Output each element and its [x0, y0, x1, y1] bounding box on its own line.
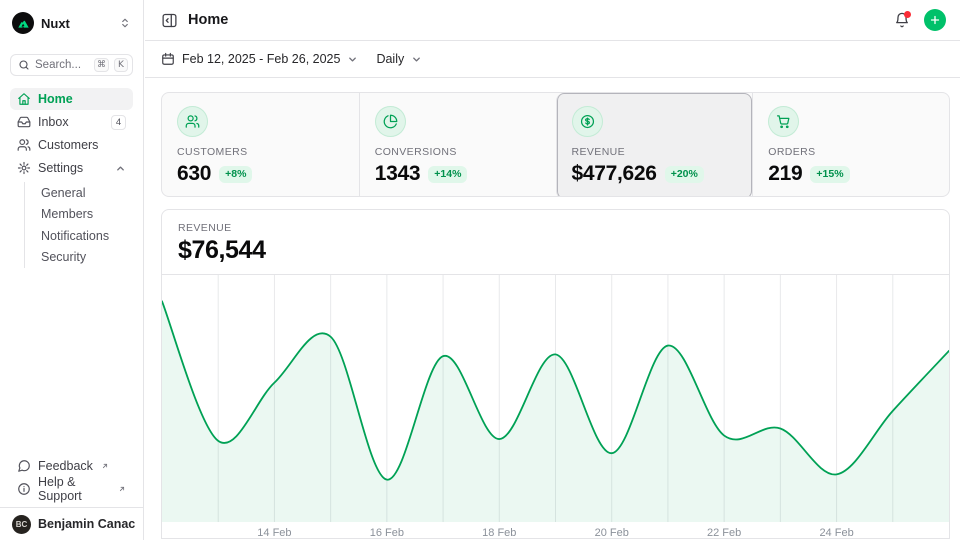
stat-delta-badge: +15%: [810, 166, 849, 183]
revenue-area-chart[interactable]: 14 Feb 16 Feb 18 Feb 20 Feb 22 Feb 24 Feb: [162, 275, 949, 539]
stats-row: CUSTOMERS 630 +8% CONVERSIONS 1343 +14%: [161, 92, 950, 197]
notifications-button[interactable]: [894, 12, 910, 28]
sidebar-item-members[interactable]: Members: [35, 204, 133, 226]
stat-card-customers[interactable]: CUSTOMERS 630 +8%: [162, 93, 359, 197]
inbox-icon: [17, 115, 31, 129]
stat-card-conversions[interactable]: CONVERSIONS 1343 +14%: [359, 93, 556, 197]
page-title: Home: [188, 12, 228, 28]
sidebar-footer: Feedback Help & Support: [10, 455, 133, 500]
sidebar-item-label: Customers: [38, 138, 98, 152]
add-button[interactable]: [924, 9, 946, 31]
help-support-link[interactable]: Help & Support: [10, 478, 133, 500]
cart-icon: [768, 106, 799, 137]
avatar: BC: [12, 515, 31, 534]
date-range-picker[interactable]: Feb 12, 2025 - Feb 26, 2025: [161, 52, 358, 66]
sidebar-item-label: Home: [38, 92, 73, 106]
revenue-chart-panel: REVENUE $76,544 14 Feb 16 Feb 18 Feb 20 Feb…: [161, 209, 950, 539]
svg-text:24 Feb: 24 Feb: [819, 527, 853, 539]
kbd-cmd: ⌘: [94, 58, 109, 72]
stat-delta-badge: +20%: [665, 166, 704, 183]
dollar-circle-icon: [572, 106, 603, 137]
main-area: Home Feb 12, 2025 - Feb 26, 2025 Daily: [145, 0, 960, 540]
gear-icon: [17, 161, 31, 175]
help-support-label: Help & Support: [38, 475, 110, 503]
svg-text:16 Feb: 16 Feb: [370, 527, 404, 539]
plus-icon: [929, 14, 941, 26]
settings-submenu: General Members Notifications Security: [24, 182, 133, 268]
sidebar-item-home[interactable]: Home: [10, 88, 133, 110]
svg-text:20 Feb: 20 Feb: [595, 527, 629, 539]
stat-value: 630: [177, 162, 211, 186]
stat-label: REVENUE: [572, 146, 738, 158]
workspace-switcher[interactable]: Nuxt: [10, 8, 133, 38]
stat-delta-badge: +8%: [219, 166, 252, 183]
inbox-count-badge: 4: [111, 115, 126, 130]
users-icon: [17, 138, 31, 152]
stat-value: 219: [768, 162, 802, 186]
sidebar-item-inbox[interactable]: Inbox 4: [10, 111, 133, 133]
search-input[interactable]: Search... ⌘ K: [10, 54, 133, 76]
notification-dot: [904, 11, 911, 18]
external-link-icon: [118, 485, 126, 493]
external-link-icon: [101, 462, 109, 470]
sidebar-collapse-button[interactable]: [161, 12, 178, 29]
stat-label: ORDERS: [768, 146, 934, 158]
sidebar: Nuxt Search... ⌘ K Home Inbox 4: [0, 0, 144, 540]
chart-metric-value: $76,544: [178, 236, 933, 265]
sidebar-item-label: Settings: [38, 161, 83, 175]
content: CUSTOMERS 630 +8% CONVERSIONS 1343 +14%: [145, 78, 960, 539]
sidebar-item-notifications[interactable]: Notifications: [35, 225, 133, 247]
sidebar-item-customers[interactable]: Customers: [10, 134, 133, 156]
kbd-k: K: [114, 58, 128, 72]
search-icon: [18, 59, 30, 71]
toolbar: Feb 12, 2025 - Feb 26, 2025 Daily: [145, 41, 960, 78]
pie-chart-icon: [375, 106, 406, 137]
workspace-name: Nuxt: [41, 16, 112, 31]
topbar: Home: [145, 0, 960, 41]
calendar-icon: [161, 52, 175, 66]
stat-value: 1343: [375, 162, 421, 186]
chevron-down-icon: [411, 54, 422, 65]
home-icon: [17, 92, 31, 106]
users-icon: [177, 106, 208, 137]
chevron-down-icon: [347, 54, 358, 65]
chart-metric-label: REVENUE: [178, 222, 933, 234]
granularity-label: Daily: [376, 52, 404, 66]
stat-card-orders[interactable]: ORDERS 219 +15%: [752, 93, 949, 197]
sidebar-item-general[interactable]: General: [35, 182, 133, 204]
search-placeholder: Search...: [35, 59, 89, 71]
stat-label: CONVERSIONS: [375, 146, 541, 158]
stat-card-revenue[interactable]: REVENUE $477,626 +20%: [556, 93, 753, 197]
sidebar-item-label: Inbox: [38, 115, 69, 129]
feedback-label: Feedback: [38, 459, 93, 473]
chat-bubble-icon: [17, 459, 31, 473]
sidebar-item-settings[interactable]: Settings: [10, 157, 133, 179]
chart-header: REVENUE $76,544: [162, 210, 949, 275]
info-circle-icon: [17, 482, 31, 496]
svg-text:14 Feb: 14 Feb: [257, 527, 291, 539]
nuxt-logo-icon: [12, 12, 34, 34]
sidebar-nav: Home Inbox 4 Customers Settings Genera: [10, 88, 133, 268]
chevron-up-icon: [115, 163, 126, 174]
svg-text:22 Feb: 22 Feb: [707, 527, 741, 539]
sidebar-item-security[interactable]: Security: [35, 247, 133, 269]
stat-value: $477,626: [572, 162, 657, 186]
user-name: Benjamin Canac: [38, 517, 135, 531]
feedback-link[interactable]: Feedback: [10, 455, 133, 477]
granularity-select[interactable]: Daily: [376, 52, 422, 66]
stat-delta-badge: +14%: [428, 166, 467, 183]
date-range-label: Feb 12, 2025 - Feb 26, 2025: [182, 52, 340, 66]
user-menu[interactable]: BC Benjamin Canac: [0, 507, 143, 540]
chevron-up-down-icon: [119, 17, 131, 29]
svg-text:18 Feb: 18 Feb: [482, 527, 516, 539]
stat-label: CUSTOMERS: [177, 146, 344, 158]
